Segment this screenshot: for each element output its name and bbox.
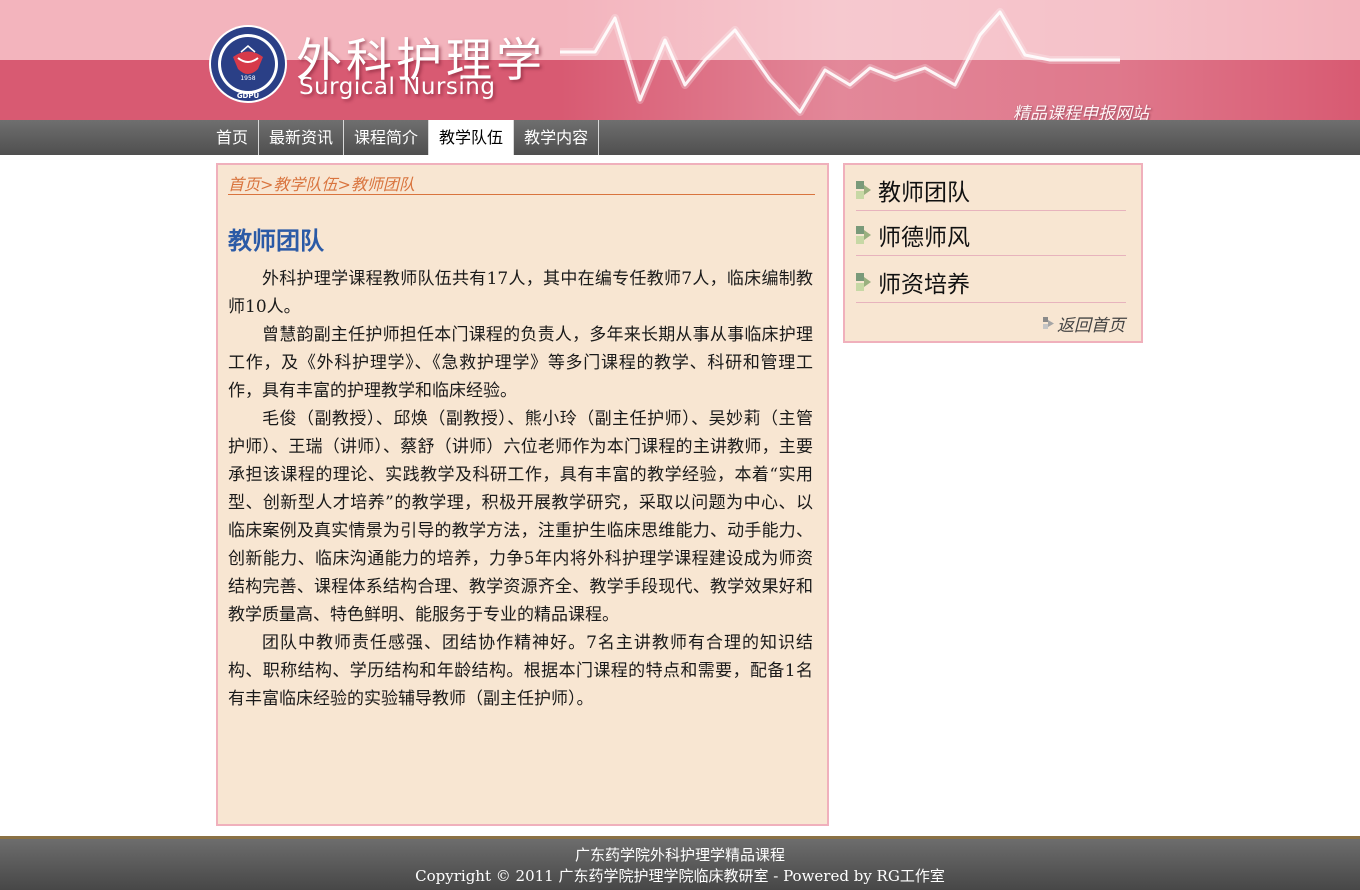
article-paragraph: 团队中教师责任感强、团结协作精神好。7名主讲教师有合理的知识结构、职称结构、学历…	[228, 633, 813, 709]
breadcrumb-home[interactable]: 首页	[228, 175, 260, 194]
ecg-line-graphic	[560, 8, 1120, 116]
nav-item-news[interactable]: 最新资讯	[259, 120, 345, 155]
article-paragraph: 毛俊（副教授）、邱焕（副教授）、熊小玲（副主任护师）、吴妙莉（主管护师）、王瑞（…	[228, 409, 813, 625]
breadcrumb-section[interactable]: 教学队伍	[273, 175, 337, 194]
arrow-bullet-icon	[1043, 316, 1055, 336]
article-paragraph: 曾慧韵副主任护师担任本门课程的负责人，多年来长期从事从事临床护理工作，及《外科护…	[228, 325, 813, 401]
nav-item-home[interactable]: 首页	[206, 120, 260, 155]
arrow-bullet-icon	[856, 273, 872, 297]
page-title: 教师团队	[228, 227, 324, 255]
site-subtitle: 精品课程申报网站	[1013, 104, 1149, 120]
side-item-label: 师资培养	[878, 272, 970, 298]
svg-text:1958: 1958	[240, 75, 255, 82]
side-item-teacher-ethics[interactable]: 师德师风	[856, 210, 1126, 256]
nav-item-course-intro[interactable]: 课程简介	[344, 120, 430, 155]
breadcrumb-current: 教师团队	[350, 175, 415, 194]
site-title-english: Surgical Nursing	[299, 74, 496, 100]
back-home-label: 返回首页	[1057, 316, 1125, 336]
side-menu: 教师团队 师德师风 师资培养 返回首页	[843, 163, 1143, 343]
article-paragraph: 外科护理学课程教师队伍共有17人，其中在编专任教师7人，临床编制教师10人。	[228, 269, 813, 317]
site-header: 1958 GDPU 外科护理学 Surgical Nursing 精品课程申报网…	[0, 0, 1360, 120]
footer-title: 广东药学院外科护理学精品课程	[574, 846, 785, 864]
arrow-bullet-icon	[856, 226, 872, 250]
breadcrumb-separator: >	[260, 175, 274, 194]
footer-copyright: Copyright © 2011 广东药学院护理学院临床教研室 - Powere…	[415, 867, 945, 885]
nav-item-teaching-content[interactable]: 教学内容	[514, 120, 600, 155]
site-footer: 广东药学院外科护理学精品课程 Copyright © 2011 广东药学院护理学…	[0, 836, 1360, 890]
breadcrumb: 首页>教学队伍>教师团队	[228, 171, 815, 195]
side-item-teacher-training[interactable]: 师资培养	[856, 257, 1126, 303]
side-item-teacher-team[interactable]: 教师团队	[856, 165, 1126, 211]
breadcrumb-separator: >	[337, 175, 351, 194]
university-logo[interactable]: 1958 GDPU	[208, 24, 288, 104]
side-item-label: 师德师风	[878, 225, 970, 251]
main-nav: 首页 最新资讯 课程简介 教学队伍 教学内容	[0, 120, 1360, 155]
svg-text:GDPU: GDPU	[237, 92, 260, 100]
nav-item-teaching-team[interactable]: 教学队伍	[429, 120, 515, 155]
arrow-bullet-icon	[856, 181, 872, 205]
content-panel: 首页>教学队伍>教师团队 教师团队 外科护理学课程教师队伍共有17人，其中在编专…	[216, 163, 829, 826]
article-body: 外科护理学课程教师队伍共有17人，其中在编专任教师7人，临床编制教师10人。 曾…	[228, 265, 813, 713]
side-item-label: 教师团队	[878, 180, 970, 206]
